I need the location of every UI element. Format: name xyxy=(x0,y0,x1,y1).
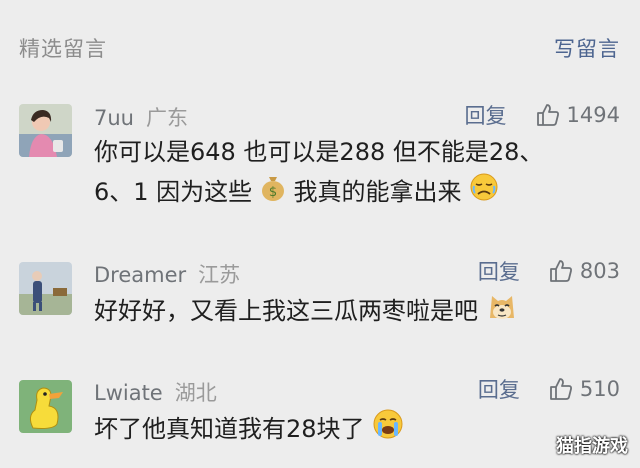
avatar-image xyxy=(19,104,72,157)
commenter-location: 广东 xyxy=(145,106,188,130)
watermark: 猫指游戏 xyxy=(556,436,628,457)
like-button[interactable]: 510 xyxy=(548,376,620,402)
commenter-location: 湖北 xyxy=(174,381,217,405)
commenter-name[interactable]: Dreamer xyxy=(94,263,186,287)
commenter-name[interactable]: Lwiate xyxy=(94,381,163,405)
like-button[interactable]: 1494 xyxy=(535,102,620,128)
comment-text-segment: 我真的能拿出来 xyxy=(293,178,462,206)
comment-text: 好好好，又看上我这三瓜两枣啦是吧 xyxy=(94,290,614,334)
comments-header: 精选留言 写留言 xyxy=(0,0,640,90)
comment-text-segment: 好好好，又看上我这三瓜两枣啦是吧 xyxy=(94,297,478,325)
avatar-image xyxy=(19,380,72,433)
comment-text: 坏了他真知道我有28块了 xyxy=(94,408,614,452)
reply-button[interactable]: 回复 xyxy=(478,256,520,286)
comment-text: 你可以是648 也可以是288 但不能是28、 6、1 因为这些 $ 我真的能拿… xyxy=(94,132,614,214)
avatar[interactable] xyxy=(19,380,72,433)
comment-item: Lwiate 湖北 回复 510 坏了他真知道我有28块了 xyxy=(0,374,640,454)
crying-face-icon xyxy=(372,408,404,452)
money-bag-icon: $ xyxy=(260,173,286,213)
featured-comments-title: 精选留言 xyxy=(19,37,107,61)
thumbs-up-icon xyxy=(550,378,572,400)
avatar[interactable] xyxy=(19,104,72,157)
comment-text-segment: 坏了他真知道我有28块了 xyxy=(94,415,365,443)
comment-item: Dreamer 江苏 回复 803 好好好，又看上我这三瓜两枣啦是吧 xyxy=(0,256,640,336)
crying-face-icon xyxy=(469,172,499,214)
reply-button[interactable]: 回复 xyxy=(465,100,507,130)
avatar[interactable] xyxy=(19,262,72,315)
comment-text-segment: 6、1 因为这些 xyxy=(94,178,253,206)
svg-text:$: $ xyxy=(269,185,277,200)
comment-item: 7uu 广东 回复 1494 你可以是648 也可以是288 但不能是28、 6… xyxy=(0,100,640,230)
commenter-location: 江苏 xyxy=(198,263,241,287)
like-count: 803 xyxy=(579,259,620,283)
like-button[interactable]: 803 xyxy=(548,258,620,284)
avatar-image xyxy=(19,262,72,315)
thumbs-up-icon xyxy=(536,104,559,126)
like-count: 510 xyxy=(579,377,620,401)
thumbs-up-icon xyxy=(550,260,572,282)
write-comment-button[interactable]: 写留言 xyxy=(554,33,620,63)
comment-text-line: 6、1 因为这些 $ 我真的能拿出来 xyxy=(94,172,614,214)
commenter-name[interactable]: 7uu xyxy=(94,106,134,130)
doge-icon xyxy=(486,290,518,334)
reply-button[interactable]: 回复 xyxy=(478,374,520,404)
comment-text-line: 你可以是648 也可以是288 但不能是28、 xyxy=(94,138,544,166)
like-count: 1494 xyxy=(566,103,620,127)
